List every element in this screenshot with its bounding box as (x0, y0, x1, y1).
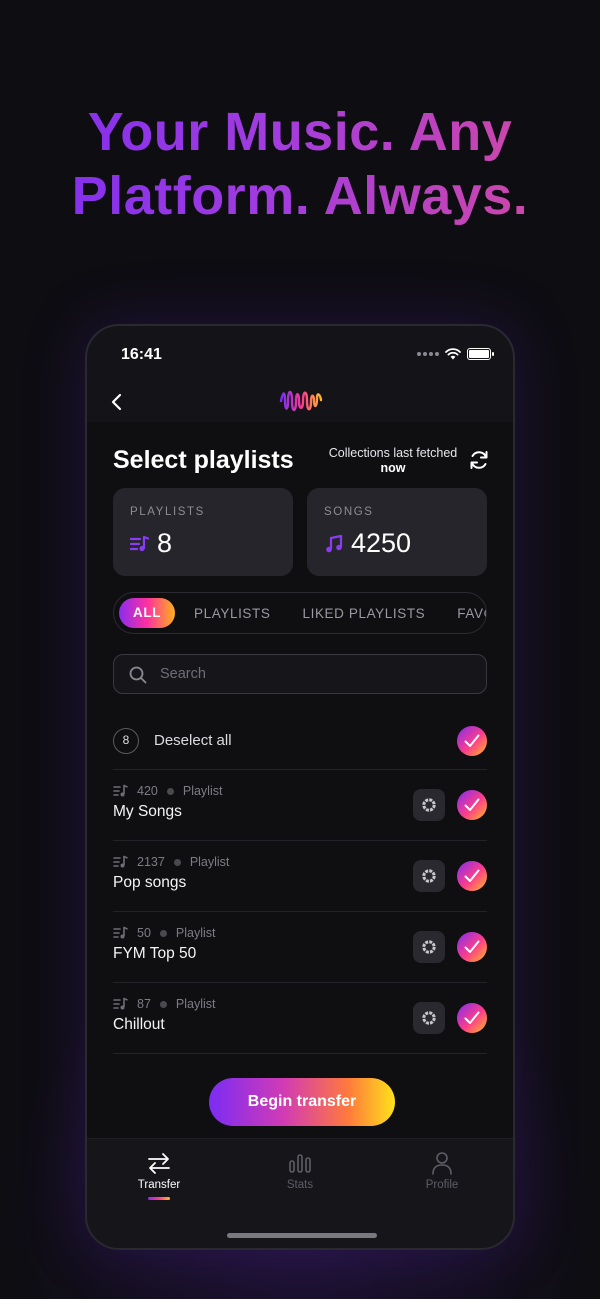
app-logo-icon (279, 390, 323, 412)
playlist-meta: 87 Playlist (113, 997, 216, 1011)
tab-transfer[interactable]: Transfer (99, 1151, 219, 1200)
playlist-icon (113, 997, 128, 1010)
status-time: 16:41 (121, 346, 162, 363)
filter-chip-liked-playlists[interactable]: LIKED PLAYLISTS (289, 606, 438, 621)
playlist-row: 50 Playlist FYM Top 50 (113, 912, 487, 982)
transfer-icon (148, 1153, 170, 1174)
search-input[interactable] (160, 655, 470, 693)
begin-transfer-button[interactable]: Begin transfer (209, 1078, 395, 1126)
hero-line-2: Platform. Always. (0, 164, 600, 228)
nav-bar (87, 382, 513, 422)
wifi-icon (445, 348, 461, 360)
select-all-row: 8 Deselect all (113, 722, 487, 762)
playlist-meta: 2137 Playlist (113, 855, 229, 869)
tab-profile-label: Profile (425, 1179, 459, 1191)
status-icons (417, 348, 494, 360)
songs-stat-label: SONGS (324, 506, 374, 518)
gear-icon (422, 798, 436, 812)
tab-profile[interactable]: Profile (382, 1151, 502, 1191)
tab-transfer-label: Transfer (137, 1179, 181, 1191)
playlist-icon (113, 784, 128, 797)
playlist-row: 420 Playlist My Songs (113, 770, 487, 840)
content-area: Select playlists Collections last fetche… (87, 422, 513, 1138)
battery-icon (467, 348, 494, 360)
last-fetched-value: now (380, 461, 406, 475)
playlist-settings-button[interactable] (413, 789, 445, 821)
deselect-all-button[interactable]: Deselect all (154, 732, 232, 749)
tab-bar: Transfer Stats Profile (87, 1138, 513, 1248)
profile-icon (432, 1152, 452, 1175)
filter-chip-all[interactable]: ALL (119, 598, 176, 628)
music-note-icon (326, 534, 343, 553)
playlists-stat-value: 8 (157, 528, 173, 558)
filter-chip-favorites[interactable]: FAVO (444, 606, 486, 621)
playlist-song-count: 50 (137, 926, 151, 940)
check-icon (464, 734, 480, 747)
hero-line-1: Your Music. Any (0, 100, 600, 164)
playlist-row: 87 Playlist Chillout (113, 983, 487, 1053)
playlist-icon (113, 926, 128, 939)
separator-dot (166, 787, 174, 795)
playlists-stat-label: PLAYLISTS (130, 506, 205, 518)
selected-count-badge: 8 (113, 728, 139, 754)
select-all-checkbox[interactable] (457, 726, 487, 756)
tab-stats[interactable]: Stats (240, 1151, 360, 1191)
refresh-icon[interactable] (467, 448, 491, 472)
signal-icon (417, 352, 439, 356)
gear-icon (422, 869, 436, 883)
playlist-song-count: 87 (137, 997, 151, 1011)
page-title: Select playlists (113, 446, 294, 474)
hero-headline: Your Music. Any Platform. Always. (0, 100, 600, 228)
last-fetched-label: Collections last fetched (328, 446, 458, 460)
playlist-checkbox[interactable] (457, 790, 487, 820)
check-icon (464, 940, 480, 953)
gear-icon (422, 940, 436, 954)
tab-stats-label: Stats (286, 1179, 314, 1191)
separator-dot (173, 858, 181, 866)
stats-icon (289, 1154, 311, 1173)
filter-chip-playlists[interactable]: PLAYLISTS (181, 606, 283, 621)
filter-tabs: ALL PLAYLISTS LIKED PLAYLISTS FAVO (113, 592, 487, 634)
playlist-settings-button[interactable] (413, 860, 445, 892)
songs-stat-card: SONGS 4250 (307, 488, 487, 576)
playlist-settings-button[interactable] (413, 1002, 445, 1034)
playlists-stat-card: PLAYLISTS 8 (113, 488, 293, 576)
playlist-checkbox[interactable] (457, 861, 487, 891)
playlist-type: Playlist (189, 855, 230, 869)
playlist-icon (130, 535, 150, 552)
playlist-name: Chillout (113, 1016, 165, 1033)
playlist-song-count: 420 (137, 784, 158, 798)
playlist-name: My Songs (113, 803, 182, 820)
check-icon (464, 798, 480, 811)
playlist-name: FYM Top 50 (113, 945, 197, 962)
playlist-type: Playlist (175, 997, 216, 1011)
playlist-type: Playlist (175, 926, 216, 940)
check-icon (464, 869, 480, 882)
playlist-meta: 50 Playlist (113, 926, 216, 940)
playlist-name: Pop songs (113, 874, 187, 891)
separator-dot (159, 1000, 167, 1008)
status-bar: 16:41 (87, 326, 513, 382)
divider (113, 1053, 487, 1054)
playlist-settings-button[interactable] (413, 931, 445, 963)
search-box (113, 654, 487, 694)
search-icon (129, 666, 147, 684)
playlist-checkbox[interactable] (457, 1003, 487, 1033)
home-indicator (227, 1233, 377, 1238)
check-icon (464, 1011, 480, 1024)
gear-icon (422, 1011, 436, 1025)
playlist-icon (113, 855, 128, 868)
last-fetched-info: Collections last fetched now (323, 446, 463, 476)
active-tab-indicator (148, 1197, 170, 1200)
phone-frame: 16:41 Select playlists Collections last … (85, 324, 515, 1250)
separator-dot (159, 929, 167, 937)
playlist-checkbox[interactable] (457, 932, 487, 962)
songs-stat-value: 4250 (351, 528, 412, 558)
playlist-meta: 420 Playlist (113, 784, 222, 798)
playlist-song-count: 2137 (137, 855, 165, 869)
back-button[interactable] (103, 388, 131, 416)
playlist-type: Playlist (182, 784, 223, 798)
playlist-row: 2137 Playlist Pop songs (113, 841, 487, 911)
page: Your Music. Any Platform. Always. 16:41 (0, 0, 600, 1299)
